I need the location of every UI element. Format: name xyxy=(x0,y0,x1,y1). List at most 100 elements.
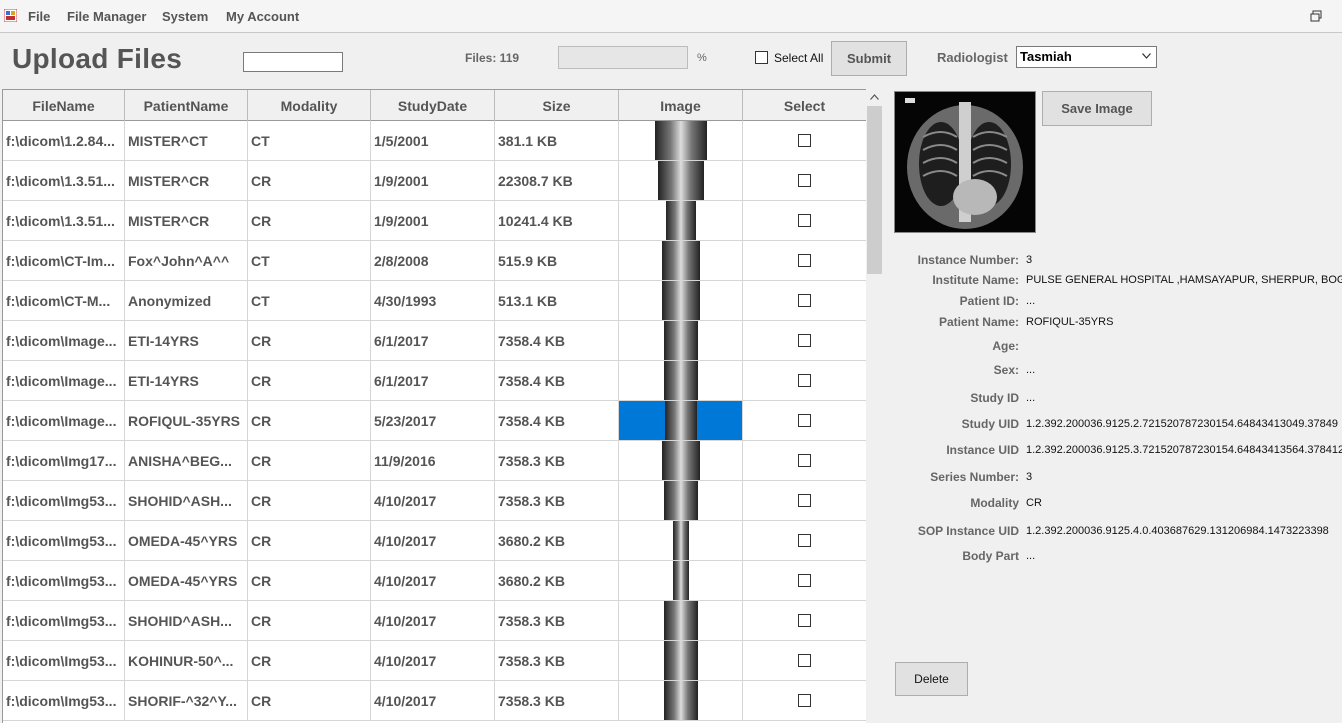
cell-patientname[interactable]: ANISHA^BEG... xyxy=(125,441,248,480)
table-row[interactable]: f:\dicom\CT-Im... Fox^John^A^^ CT 2/8/2008 5… xyxy=(3,241,866,281)
cell-modality[interactable]: CR xyxy=(248,361,371,400)
cell-filename[interactable]: f:\dicom\Image... xyxy=(3,401,125,440)
cell-filename[interactable]: f:\dicom\1.3.51... xyxy=(3,201,125,240)
cell-filename[interactable]: f:\dicom\1.2.84... xyxy=(3,121,125,160)
cell-patientname[interactable]: OMEDA-45^YRS xyxy=(125,561,248,600)
cell-image[interactable] xyxy=(619,441,743,480)
select-all-checkbox[interactable] xyxy=(755,51,768,64)
delete-button[interactable]: Delete xyxy=(895,662,968,696)
cell-patientname[interactable]: Anonymized xyxy=(125,281,248,320)
cell-modality[interactable]: CT xyxy=(248,241,371,280)
cell-studydate[interactable]: 2/8/2008 xyxy=(371,241,495,280)
cell-size[interactable]: 7358.4 KB xyxy=(495,321,619,360)
cell-studydate[interactable]: 4/10/2017 xyxy=(371,481,495,520)
cell-image[interactable] xyxy=(619,401,743,440)
cell-studydate[interactable]: 6/1/2017 xyxy=(371,361,495,400)
cell-filename[interactable]: f:\dicom\Img53... xyxy=(3,481,125,520)
cell-modality[interactable]: CR xyxy=(248,201,371,240)
cell-patientname[interactable]: Fox^John^A^^ xyxy=(125,241,248,280)
cell-size[interactable]: 10241.4 KB xyxy=(495,201,619,240)
cell-size[interactable]: 7358.3 KB xyxy=(495,481,619,520)
cell-filename[interactable]: f:\dicom\Img53... xyxy=(3,681,125,720)
cell-studydate[interactable]: 4/10/2017 xyxy=(371,521,495,560)
cell-image[interactable] xyxy=(619,641,743,680)
cell-modality[interactable]: CR xyxy=(248,161,371,200)
cell-studydate[interactable]: 1/9/2001 xyxy=(371,161,495,200)
cell-filename[interactable]: f:\dicom\CT-Im... xyxy=(3,241,125,280)
save-image-button[interactable]: Save Image xyxy=(1042,91,1152,126)
row-select-checkbox[interactable] xyxy=(798,614,811,627)
search-input[interactable] xyxy=(243,52,343,72)
table-row[interactable]: f:\dicom\Img53... SHOHID^ASH... CR 4/10/201… xyxy=(3,481,866,521)
table-row[interactable]: f:\dicom\CT-M... Anonymized CT 4/30/1993 513… xyxy=(3,281,866,321)
cell-image[interactable] xyxy=(619,281,743,320)
cell-modality[interactable]: CT xyxy=(248,121,371,160)
row-select-checkbox[interactable] xyxy=(798,694,811,707)
row-select-checkbox[interactable] xyxy=(798,534,811,547)
cell-size[interactable]: 7358.3 KB xyxy=(495,681,619,720)
cell-patientname[interactable]: KOHINUR-50^... xyxy=(125,641,248,680)
cell-patientname[interactable]: MISTER^CR xyxy=(125,201,248,240)
column-header-filename[interactable]: FileName xyxy=(3,90,125,121)
cell-studydate[interactable]: 4/10/2017 xyxy=(371,601,495,640)
row-select-checkbox[interactable] xyxy=(798,454,811,467)
files-table[interactable]: FileName PatientName Modality StudyDate … xyxy=(2,89,866,723)
row-select-checkbox[interactable] xyxy=(798,374,811,387)
table-row[interactable]: f:\dicom\1.3.51... MISTER^CR CR 1/9/2001 223… xyxy=(3,161,866,201)
cell-studydate[interactable]: 4/10/2017 xyxy=(371,561,495,600)
cell-modality[interactable]: CR xyxy=(248,401,371,440)
table-row[interactable]: f:\dicom\Img53... SHOHID^ASH... CR 4/10/201… xyxy=(3,601,866,641)
cell-size[interactable]: 381.1 KB xyxy=(495,121,619,160)
cell-patientname[interactable]: MISTER^CT xyxy=(125,121,248,160)
cell-studydate[interactable]: 5/23/2017 xyxy=(371,401,495,440)
cell-patientname[interactable]: SHOHID^ASH... xyxy=(125,481,248,520)
cell-modality[interactable]: CR xyxy=(248,601,371,640)
cell-image[interactable] xyxy=(619,481,743,520)
row-select-checkbox[interactable] xyxy=(798,254,811,267)
cell-size[interactable]: 22308.7 KB xyxy=(495,161,619,200)
column-header-studydate[interactable]: StudyDate xyxy=(371,90,495,121)
cell-image[interactable] xyxy=(619,321,743,360)
column-header-patientname[interactable]: PatientName xyxy=(125,90,248,121)
cell-size[interactable]: 3680.2 KB xyxy=(495,561,619,600)
cell-size[interactable]: 7358.4 KB xyxy=(495,361,619,400)
cell-studydate[interactable]: 1/9/2001 xyxy=(371,201,495,240)
table-row[interactable]: f:\dicom\Img53... OMEDA-45^YRS CR 4/10/2017… xyxy=(3,561,866,601)
table-vertical-scrollbar[interactable] xyxy=(866,89,883,723)
table-row[interactable]: f:\dicom\Image... ETI-14YRS CR 6/1/2017 7358… xyxy=(3,361,866,401)
cell-patientname[interactable]: OMEDA-45^YRS xyxy=(125,521,248,560)
menu-my-account[interactable]: My Account xyxy=(226,9,299,24)
cell-modality[interactable]: CR xyxy=(248,641,371,680)
table-row[interactable]: f:\dicom\Img53... OMEDA-45^YRS CR 4/10/2017… xyxy=(3,521,866,561)
cell-patientname[interactable]: MISTER^CR xyxy=(125,161,248,200)
radiologist-select[interactable]: Tasmiah xyxy=(1016,46,1157,68)
cell-size[interactable]: 7358.3 KB xyxy=(495,641,619,680)
row-select-checkbox[interactable] xyxy=(798,134,811,147)
table-row[interactable]: f:\dicom\1.2.84... MISTER^CT CT 1/5/2001 381… xyxy=(3,121,866,161)
cell-modality[interactable]: CR xyxy=(248,441,371,480)
table-row[interactable]: f:\dicom\Image... ROFIQUL-35YRS CR 5/23/201… xyxy=(3,401,866,441)
cell-studydate[interactable]: 4/10/2017 xyxy=(371,641,495,680)
cell-patientname[interactable]: ETI-14YRS xyxy=(125,361,248,400)
cell-studydate[interactable]: 1/5/2001 xyxy=(371,121,495,160)
cell-size[interactable]: 7358.4 KB xyxy=(495,401,619,440)
cell-studydate[interactable]: 4/30/1993 xyxy=(371,281,495,320)
cell-image[interactable] xyxy=(619,241,743,280)
cell-image[interactable] xyxy=(619,361,743,400)
cell-modality[interactable]: CR xyxy=(248,321,371,360)
menu-system[interactable]: System xyxy=(162,9,208,24)
row-select-checkbox[interactable] xyxy=(798,294,811,307)
column-header-modality[interactable]: Modality xyxy=(248,90,371,121)
cell-studydate[interactable]: 11/9/2016 xyxy=(371,441,495,480)
cell-size[interactable]: 7358.3 KB xyxy=(495,601,619,640)
cell-image[interactable] xyxy=(619,561,743,600)
cell-patientname[interactable]: SHOHID^ASH... xyxy=(125,601,248,640)
cell-modality[interactable]: CR xyxy=(248,561,371,600)
cell-patientname[interactable]: SHORIF-^32^Y... xyxy=(125,681,248,720)
cell-filename[interactable]: f:\dicom\Img53... xyxy=(3,601,125,640)
cell-filename[interactable]: f:\dicom\Image... xyxy=(3,321,125,360)
cell-modality[interactable]: CR xyxy=(248,481,371,520)
row-select-checkbox[interactable] xyxy=(798,494,811,507)
scrollbar-thumb[interactable] xyxy=(867,106,882,274)
cell-size[interactable]: 513.1 KB xyxy=(495,281,619,320)
